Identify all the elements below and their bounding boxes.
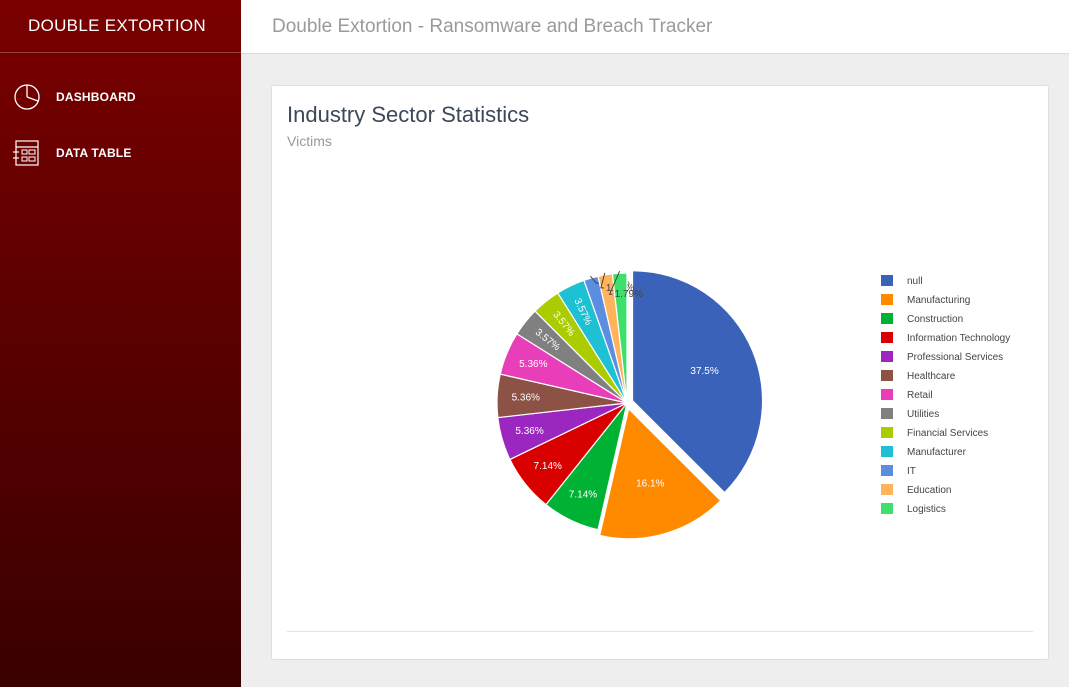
- legend-label: Construction: [907, 314, 963, 325]
- legend-swatch: [881, 389, 893, 400]
- legend-label: null: [907, 276, 923, 287]
- legend-label: Financial Services: [907, 428, 988, 439]
- slice-value-label: 16.1%: [636, 479, 664, 490]
- legend-label: Utilities: [907, 409, 939, 420]
- brand-title[interactable]: DOUBLE EXTORTION: [0, 0, 241, 53]
- slice-value-label: 7.14%: [569, 489, 597, 500]
- legend-swatch: [881, 446, 893, 457]
- sidebar-item-label: DASHBOARD: [56, 90, 136, 104]
- legend-swatch: [881, 408, 893, 419]
- legend-item[interactable]: Retail: [881, 389, 933, 401]
- top-bar: Double Extortion - Ransomware and Breach…: [241, 0, 1069, 54]
- legend-label: Healthcare: [907, 371, 956, 382]
- page-title: Double Extortion - Ransomware and Breach…: [272, 15, 713, 37]
- legend-item[interactable]: Professional Services: [881, 351, 1003, 363]
- legend-swatch: [881, 503, 893, 514]
- legend-swatch: [881, 294, 893, 305]
- legend-label: Retail: [907, 390, 933, 401]
- legend-swatch: [881, 275, 893, 286]
- legend-swatch: [881, 370, 893, 381]
- pie-chart: 37.5%16.1%7.14%7.14%5.36%5.36%5.36%3.57%…: [496, 270, 1010, 540]
- sidebar-item-dashboard[interactable]: DASHBOARD: [0, 81, 241, 113]
- slice-value-label: 7.14%: [534, 461, 562, 472]
- legend-label: Manufacturing: [907, 295, 970, 306]
- sidebar-item-label: DATA TABLE: [56, 146, 132, 160]
- legend-label: Information Technology: [907, 333, 1010, 344]
- legend-label: Logistics: [907, 504, 946, 515]
- sidebar-nav: DASHBOARD DATA TABLE: [0, 81, 241, 169]
- legend-item[interactable]: Education: [881, 484, 951, 496]
- slice-value-label: 5.36%: [512, 392, 540, 403]
- slice-value-label: 5.36%: [515, 426, 543, 437]
- slice-value-label: 5.36%: [519, 359, 547, 370]
- slice-value-label: 1.79%: [615, 289, 643, 300]
- legend-item[interactable]: Logistics: [881, 503, 946, 515]
- card-divider: [287, 631, 1033, 632]
- legend-item[interactable]: Utilities: [881, 408, 939, 420]
- legend-swatch: [881, 427, 893, 438]
- legend-swatch: [881, 484, 893, 495]
- legend-item[interactable]: Manufacturer: [881, 446, 967, 458]
- legend-item[interactable]: Manufacturing: [881, 294, 970, 306]
- legend-swatch: [881, 332, 893, 343]
- industry-stats-card: Industry Sector Statistics Victims 37.5%…: [271, 85, 1049, 660]
- legend-swatch: [881, 465, 893, 476]
- legend-item[interactable]: null: [881, 275, 923, 287]
- pie-chart-icon: [12, 82, 42, 112]
- legend-label: IT: [907, 466, 916, 477]
- legend-item[interactable]: IT: [881, 465, 916, 477]
- sidebar-item-data-table[interactable]: DATA TABLE: [0, 137, 241, 169]
- legend-item[interactable]: Financial Services: [881, 427, 988, 439]
- legend-item[interactable]: Healthcare: [881, 370, 956, 382]
- legend-label: Manufacturer: [907, 447, 967, 458]
- sidebar: DOUBLE EXTORTION DASHBOARD DATA TABLE: [0, 0, 241, 687]
- legend-swatch: [881, 351, 893, 362]
- legend-item[interactable]: Construction: [881, 313, 963, 325]
- legend-label: Education: [907, 485, 951, 496]
- data-table-icon: [12, 138, 42, 168]
- slice-value-label: 37.5%: [690, 366, 718, 377]
- legend-item[interactable]: Information Technology: [881, 332, 1010, 344]
- legend-swatch: [881, 313, 893, 324]
- legend-label: Professional Services: [907, 352, 1003, 363]
